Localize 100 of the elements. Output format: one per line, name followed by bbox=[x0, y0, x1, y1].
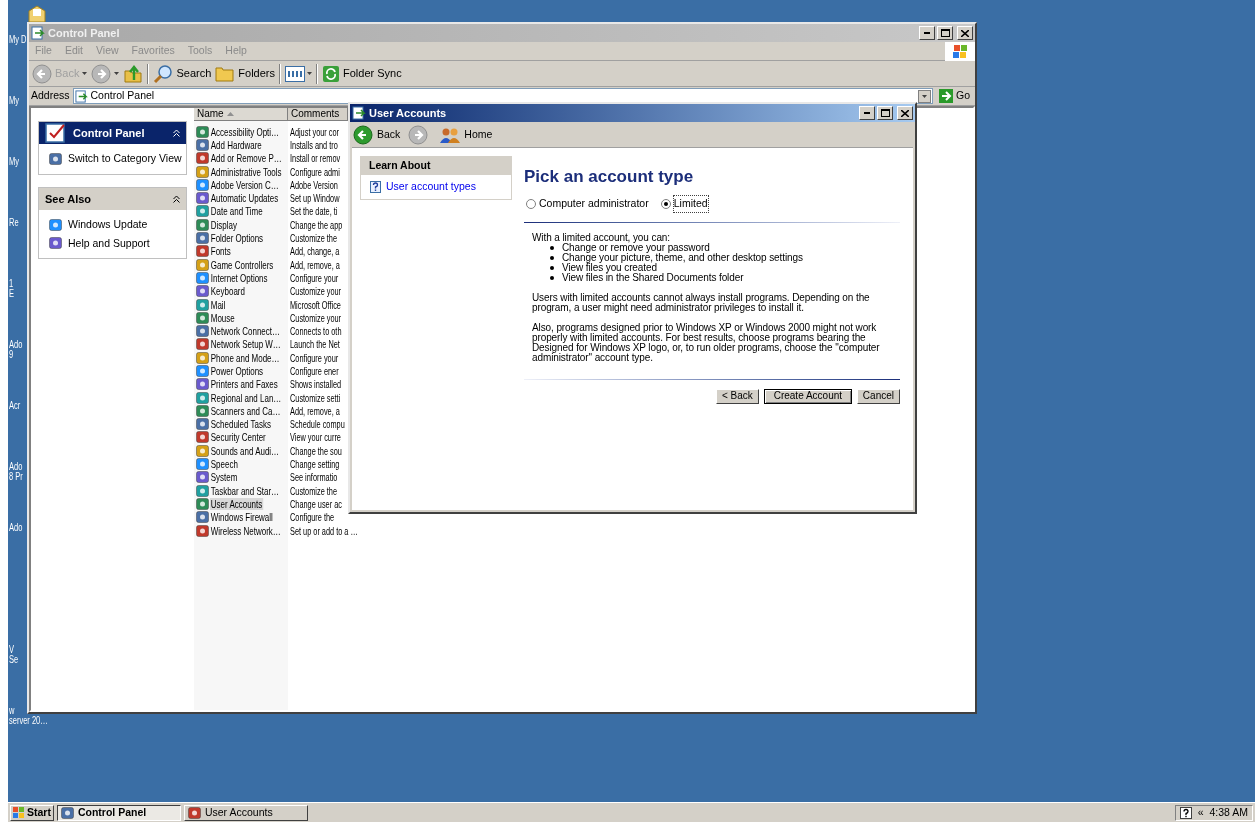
close-button[interactable] bbox=[897, 106, 913, 120]
applet-name[interactable]: Automatic Updates bbox=[210, 192, 279, 205]
home-button[interactable]: Home bbox=[440, 126, 493, 143]
desktop-icon-label[interactable]: Acr bbox=[9, 401, 21, 411]
dialog-button[interactable]: Create Account bbox=[763, 388, 852, 404]
applet-name[interactable]: Adobe Version C… bbox=[210, 178, 280, 191]
applet-icon bbox=[49, 152, 62, 165]
applet-comment: Shows installed bbox=[290, 378, 342, 391]
column-header[interactable]: Name bbox=[194, 108, 288, 121]
address-dropdown-button[interactable] bbox=[918, 89, 931, 103]
applet-name[interactable]: Folder Options bbox=[210, 232, 264, 244]
applet-icon bbox=[49, 237, 62, 250]
applet-name[interactable]: Fonts bbox=[210, 245, 232, 258]
caret-icon bbox=[307, 72, 312, 75]
views-button[interactable] bbox=[285, 65, 312, 82]
desktop-icon-label[interactable]: 1 bbox=[9, 279, 14, 289]
applet-name[interactable]: Game Controllers bbox=[210, 258, 275, 271]
applet-name[interactable]: Network Setup W… bbox=[210, 338, 282, 351]
applet-name[interactable]: Scheduled Tasks bbox=[210, 418, 272, 431]
task-link[interactable]: Switch to Category View bbox=[68, 151, 182, 167]
dialog-button[interactable]: < Back bbox=[716, 388, 759, 404]
desktop-icon-label[interactable]: My D bbox=[9, 35, 27, 45]
applet-name[interactable]: Date and Time bbox=[210, 205, 264, 218]
applet-name[interactable]: Regional and Lan… bbox=[210, 391, 283, 404]
window-icon bbox=[31, 26, 45, 40]
applet-comment: Configure ener bbox=[290, 365, 339, 377]
desktop-icon-label[interactable]: server 20… bbox=[9, 716, 48, 726]
column-header[interactable]: Comments bbox=[288, 108, 348, 121]
minimize-button[interactable] bbox=[859, 106, 875, 120]
applet-comment: Install or remov bbox=[290, 152, 341, 165]
desktop-icon-label[interactable]: My bbox=[9, 157, 19, 167]
maximize-button[interactable] bbox=[937, 26, 953, 40]
go-button[interactable]: Go bbox=[936, 88, 973, 104]
task-link[interactable]: Help and Support bbox=[68, 235, 150, 252]
applet-comment: Set up or add to a … bbox=[290, 524, 358, 537]
desktop-icon-label[interactable]: 9 bbox=[9, 350, 14, 360]
sync-icon bbox=[322, 64, 340, 83]
applet-name[interactable]: Taskbar and Star… bbox=[210, 484, 280, 497]
control-panel-icon bbox=[74, 89, 88, 103]
desktop-icon-label[interactable]: Ado bbox=[9, 462, 23, 472]
applet-name[interactable]: Speech bbox=[210, 458, 239, 471]
desktop-icon-label[interactable]: E bbox=[9, 289, 14, 299]
desktop-icon-label[interactable]: V bbox=[9, 645, 14, 655]
tray-expand-button[interactable]: « bbox=[1197, 804, 1204, 821]
applet-name[interactable]: Mouse bbox=[210, 311, 236, 324]
desktop-icon-label[interactable]: Ado bbox=[9, 340, 23, 350]
desktop-icon-label[interactable]: Se bbox=[9, 655, 19, 665]
dialog-button[interactable]: Cancel bbox=[856, 388, 900, 404]
applet-name[interactable]: User Accounts bbox=[210, 497, 263, 510]
bullet-text: Change or remove your password bbox=[562, 242, 710, 253]
maximize-button[interactable] bbox=[877, 106, 893, 120]
address-field[interactable]: Control Panel bbox=[72, 88, 933, 104]
sort-arrow-icon bbox=[226, 112, 234, 116]
applet-comment: Adjust your cor bbox=[290, 125, 339, 138]
applet-name[interactable]: Sounds and Audi… bbox=[210, 444, 280, 457]
taskbar-button[interactable]: Control Panel bbox=[56, 804, 181, 821]
close-button[interactable] bbox=[957, 26, 973, 40]
applet-name[interactable]: Administrative Tools bbox=[210, 165, 283, 178]
applet-name[interactable]: Add Hardware bbox=[210, 138, 263, 151]
search-button[interactable]: Search bbox=[153, 63, 212, 84]
desktop-icon-label[interactable]: w bbox=[9, 706, 15, 716]
applet-name[interactable]: Power Options bbox=[210, 365, 264, 377]
folder-letter-icon[interactable] bbox=[28, 5, 46, 22]
applet-name[interactable]: Add or Remove P… bbox=[210, 152, 283, 165]
account-type-radio[interactable]: Limited bbox=[660, 196, 708, 212]
taskbar-button[interactable]: User Accounts bbox=[183, 804, 308, 821]
account-type-radio[interactable]: Computer administrator bbox=[526, 196, 649, 212]
applet-name[interactable]: Display bbox=[210, 218, 238, 231]
applet-comment: Change the sou bbox=[290, 444, 342, 457]
applet-name[interactable]: System bbox=[210, 471, 239, 484]
window-title: Control Panel bbox=[48, 25, 121, 41]
folders-button[interactable]: Folders bbox=[215, 64, 275, 83]
radio-circle[interactable] bbox=[660, 198, 671, 209]
applet-name[interactable]: Phone and Mode… bbox=[210, 351, 281, 364]
desktop-icon-label[interactable]: Re bbox=[9, 218, 19, 228]
applet-name[interactable]: Scanners and Ca… bbox=[210, 404, 282, 417]
applet-name[interactable]: Mail bbox=[210, 298, 227, 311]
applet-name[interactable]: Keyboard bbox=[210, 285, 246, 298]
desktop-icon-label[interactable]: 8 Pr bbox=[9, 472, 23, 482]
desktop-icon-label[interactable]: Ado bbox=[9, 523, 23, 533]
applet-name[interactable]: Accessibility Opti… bbox=[210, 125, 280, 138]
back-button[interactable]: Back bbox=[353, 124, 401, 145]
applet-name[interactable]: Internet Options bbox=[210, 271, 269, 284]
applet-name[interactable]: Network Connect… bbox=[210, 325, 281, 338]
task-link[interactable]: Windows Update bbox=[68, 216, 148, 233]
folder-sync-button[interactable]: Folder Sync bbox=[322, 64, 402, 83]
applet-name[interactable]: Printers and Faxes bbox=[210, 378, 279, 391]
collapse-chevron-icon[interactable] bbox=[173, 194, 180, 203]
applet-comment: Customize the bbox=[290, 484, 337, 497]
applet-name[interactable]: Wireless Network… bbox=[210, 524, 282, 537]
users-icon bbox=[440, 126, 461, 143]
applet-name[interactable]: Windows Firewall bbox=[210, 511, 274, 524]
help-icon[interactable] bbox=[1179, 806, 1192, 819]
applet-comment: Adobe Version bbox=[290, 178, 338, 191]
applet-name[interactable]: Security Center bbox=[210, 431, 267, 444]
applet-comment: Customize setti bbox=[290, 391, 341, 404]
help-link[interactable]: User account types bbox=[386, 179, 476, 195]
start-button[interactable]: Start bbox=[10, 804, 54, 821]
minimize-button[interactable] bbox=[919, 26, 935, 40]
desktop-icon-label[interactable]: My bbox=[9, 96, 19, 106]
